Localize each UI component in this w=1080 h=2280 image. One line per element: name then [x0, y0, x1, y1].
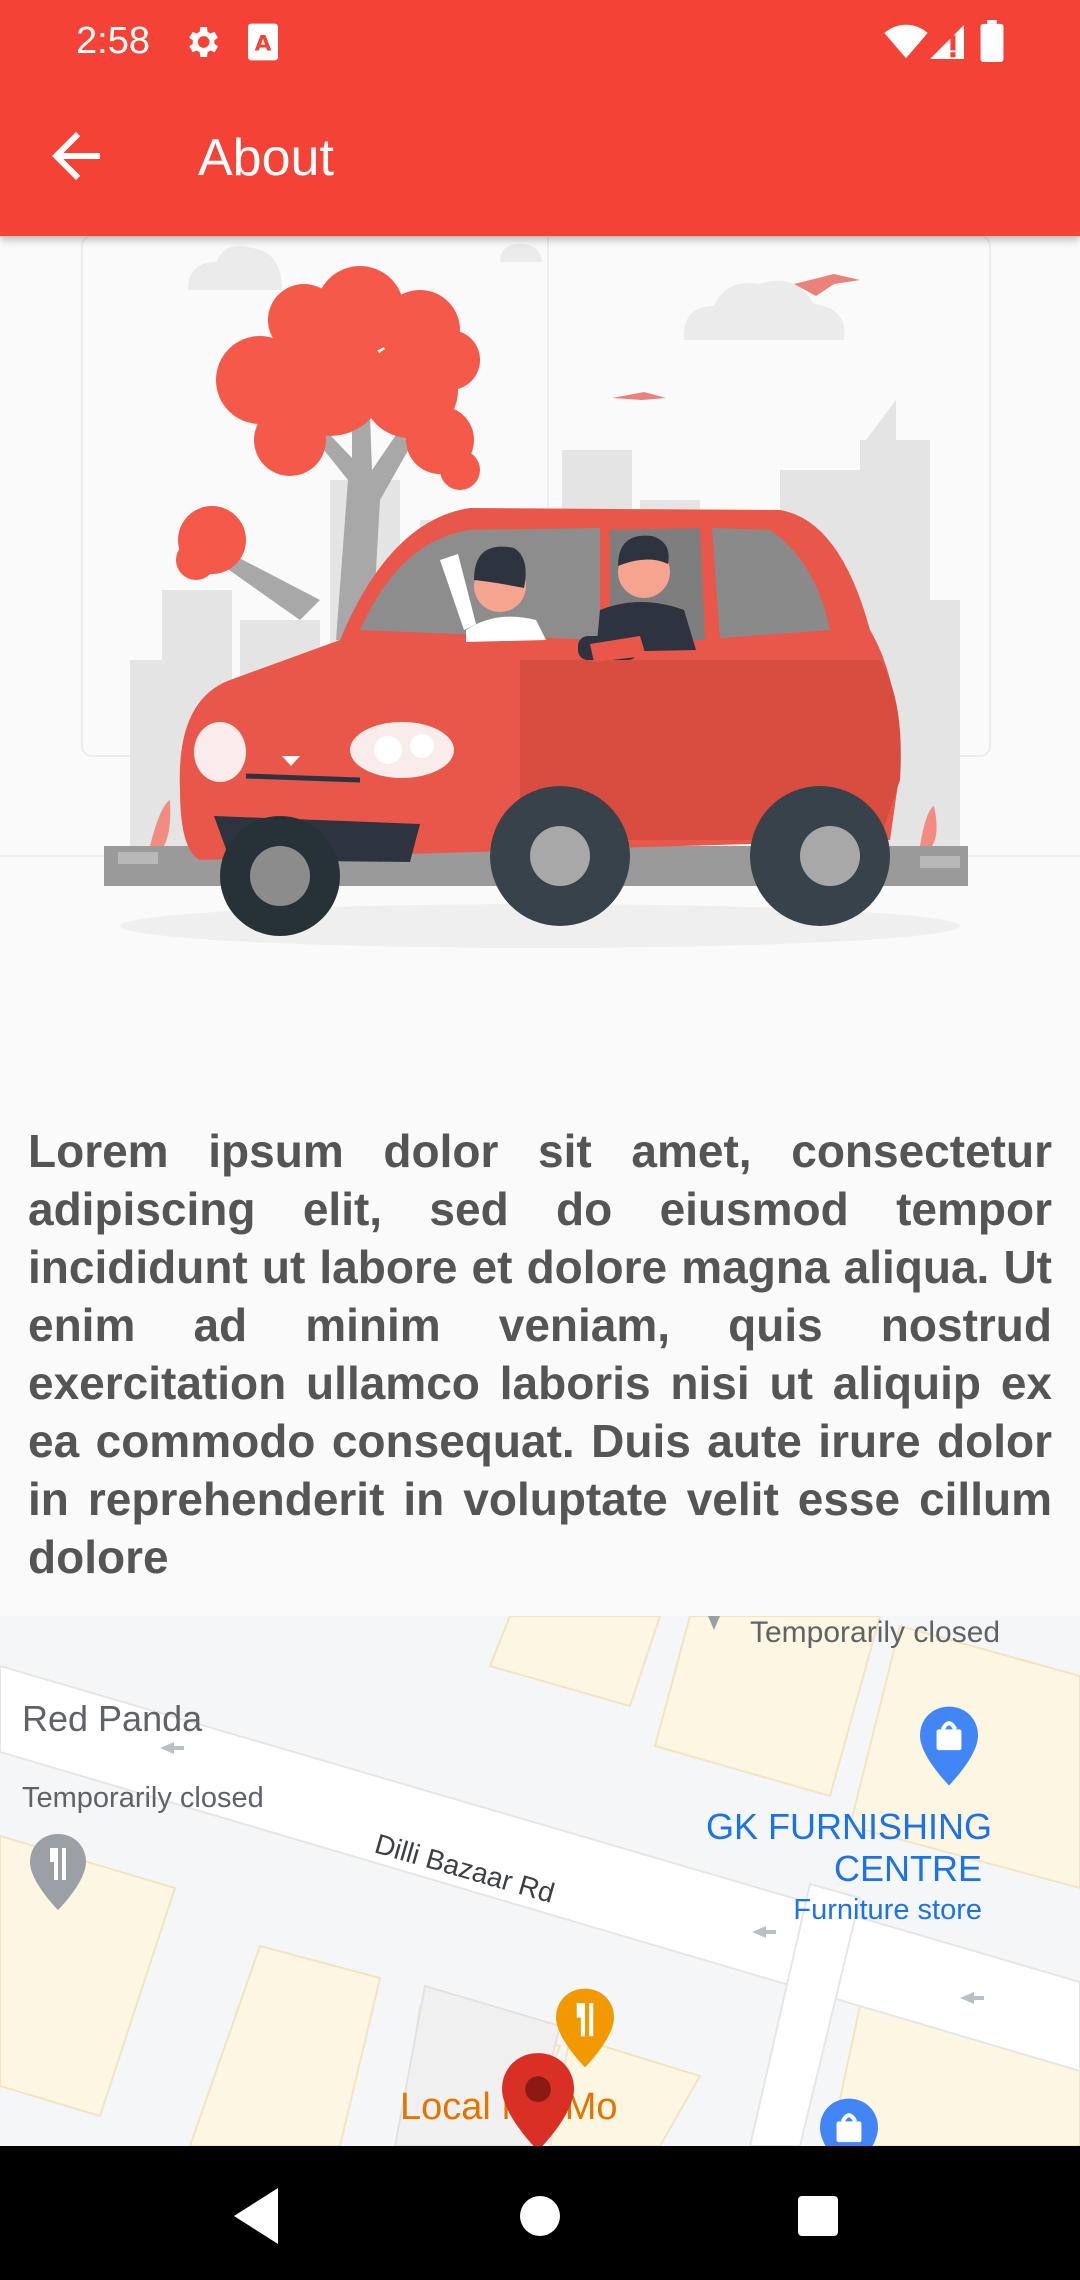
app-bar: 2:58 A About: [0, 0, 1080, 236]
status-time: 2:58: [76, 20, 150, 62]
map-place-name[interactable]: Red Panda: [22, 1698, 202, 1740]
page-title: About: [198, 129, 334, 187]
car-illustration: [0, 235, 1080, 996]
location-marker-icon[interactable]: [502, 2052, 574, 2146]
map-place-status: Temporarily closed: [22, 1782, 264, 1814]
about-paragraph: Lorem ipsum dolor sit amet, consectetur …: [28, 1125, 1052, 1583]
gear-icon: [182, 22, 222, 67]
battery-icon: [980, 20, 1004, 67]
shopping-bag-pin-icon[interactable]: [920, 1706, 978, 1791]
nav-back-icon[interactable]: [218, 2176, 298, 2256]
map-place-name[interactable]: GK FURNISHING: [706, 1806, 992, 1848]
nav-home-icon[interactable]: [500, 2176, 580, 2256]
about-screen: 2:58 A About Lorem ipsum dolor sit amet,…: [0, 0, 1080, 2280]
wifi-icon: [884, 24, 928, 65]
map-place-name[interactable]: CENTRE: [706, 1848, 982, 1890]
nav-recents-icon[interactable]: [778, 2176, 858, 2256]
svg-text:A: A: [255, 31, 272, 56]
map-view[interactable]: Temporarily closed Red Panda Temporarily…: [0, 1616, 1080, 2146]
map-place-status: Temporarily closed: [750, 1616, 1001, 1649]
status-bar: 2:58 A: [0, 0, 1080, 84]
font-a-icon: A: [246, 22, 280, 67]
arrow-back-icon[interactable]: [40, 120, 112, 192]
map-place-category: Furniture store: [793, 1894, 982, 1926]
signal-icon: [930, 24, 964, 65]
system-nav-bar: [0, 2146, 1080, 2280]
restaurant-pin-icon[interactable]: [30, 1834, 86, 1915]
shopping-bag-pin-icon[interactable]: [820, 2098, 878, 2146]
